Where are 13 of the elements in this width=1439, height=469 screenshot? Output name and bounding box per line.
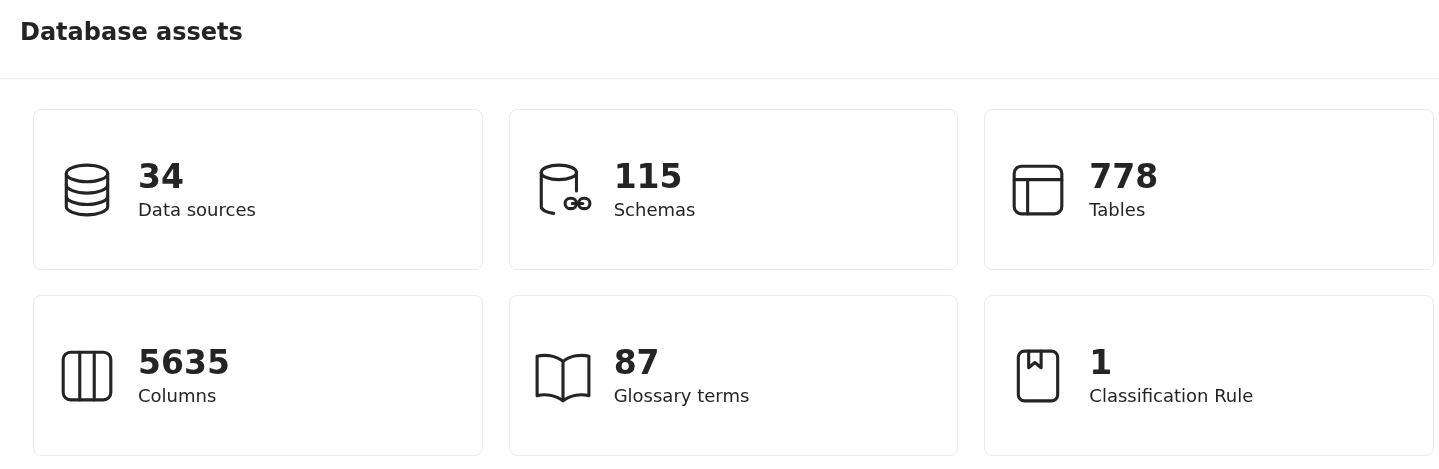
asset-count: 87 (613, 342, 661, 383)
asset-label: Glossary terms (613, 383, 750, 408)
asset-count: 1 (1089, 342, 1114, 383)
page-title: Database assets (20, 18, 243, 46)
asset-count: 778 (1089, 156, 1159, 197)
asset-count: 115 (613, 156, 684, 197)
asset-count: 5635 (138, 342, 230, 383)
asset-label: Tables (1089, 197, 1147, 222)
asset-count: 34 (138, 156, 185, 197)
asset-label: Schemas (613, 197, 696, 222)
asset-label: Data sources (138, 197, 256, 222)
asset-label: Columns (138, 383, 218, 408)
asset-label: Classification Rule (1089, 383, 1254, 408)
